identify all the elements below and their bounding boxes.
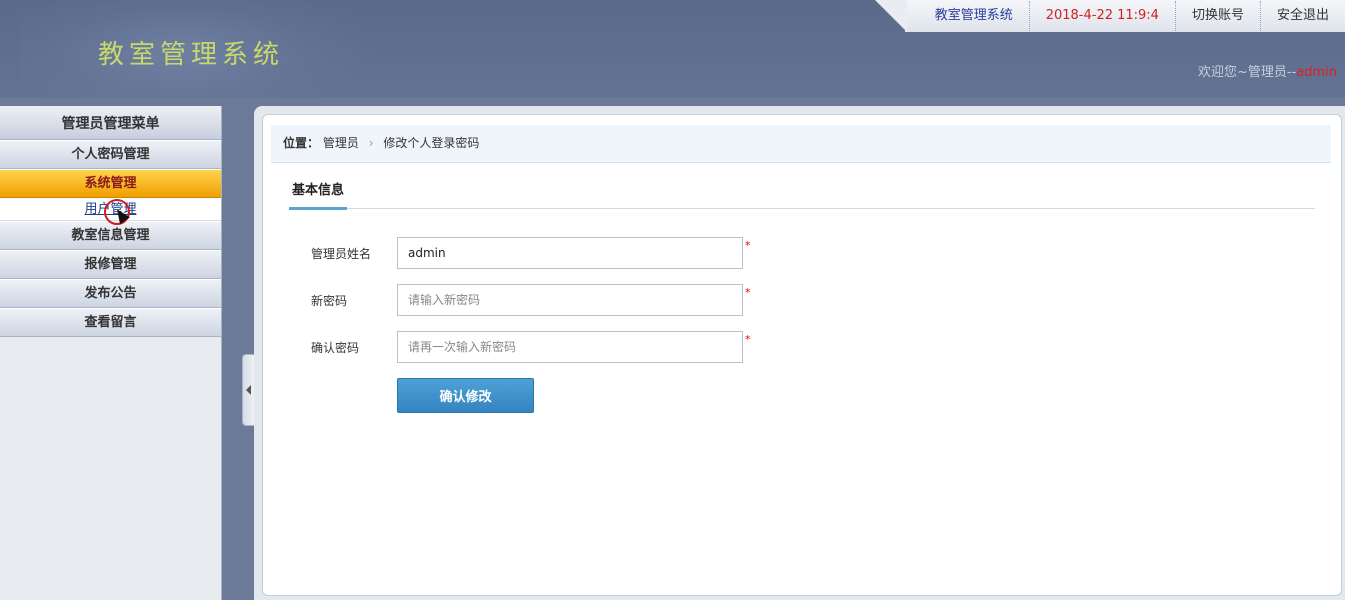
logout-link[interactable]: 安全退出 bbox=[1259, 1, 1345, 31]
admin-name-input[interactable] bbox=[397, 237, 743, 269]
new-password-input[interactable] bbox=[397, 284, 743, 316]
breadcrumb-item-current: 修改个人登录密码 bbox=[383, 136, 480, 150]
welcome-message: 欢迎您~管理员--admin bbox=[1198, 61, 1337, 80]
admin-name-label: 管理员姓名 bbox=[311, 247, 372, 261]
section-tabs: 基本信息 bbox=[289, 181, 1315, 210]
breadcrumb-separator-icon: › bbox=[368, 136, 374, 150]
main-panel: 位置： 管理员 › 修改个人登录密码 基本信息 管理员姓名 * 新密码 * 确认… bbox=[262, 114, 1342, 596]
sidebar-item-password[interactable]: 个人密码管理 bbox=[0, 140, 221, 169]
sidebar-item-messages[interactable]: 查看留言 bbox=[0, 308, 221, 337]
switch-account-link[interactable]: 切换账号 bbox=[1174, 1, 1260, 31]
new-password-label: 新密码 bbox=[311, 294, 348, 308]
sidebar-title: 管理员管理菜单 bbox=[0, 106, 221, 140]
top-bar: 教室管理系统 2018-4-22 11:9:4 切换账号 安全退出 bbox=[875, 0, 1345, 32]
breadcrumb-label: 位置： bbox=[283, 136, 320, 150]
system-name-link[interactable]: 教室管理系统 bbox=[919, 1, 1029, 31]
sidebar-item-system[interactable]: 系统管理 bbox=[0, 169, 221, 198]
top-bar-slant bbox=[875, 0, 907, 32]
confirm-password-input[interactable] bbox=[397, 331, 743, 363]
app-title: 教室管理系统 bbox=[98, 40, 285, 70]
confirm-password-label: 确认密码 bbox=[311, 341, 360, 355]
header: 教室管理系统 教室管理系统 2018-4-22 11:9:4 切换账号 安全退出… bbox=[0, 0, 1345, 98]
breadcrumb-item-admin[interactable]: 管理员 bbox=[323, 136, 359, 150]
datetime-display: 2018-4-22 11:9:4 bbox=[1028, 1, 1175, 31]
sidebar-item-classroom[interactable]: 教室信息管理 bbox=[0, 221, 221, 250]
required-mark: * bbox=[745, 286, 751, 299]
welcome-prefix: 欢迎您~管理员-- bbox=[1197, 65, 1297, 80]
sidebar-item-announcement[interactable]: 发布公告 bbox=[0, 279, 221, 308]
confirm-change-button[interactable]: 确认修改 bbox=[397, 378, 534, 413]
sidebar-item-repair[interactable]: 报修管理 bbox=[0, 250, 221, 279]
welcome-username: admin bbox=[1296, 65, 1337, 80]
chevron-left-icon bbox=[246, 385, 251, 395]
tab-basic-info[interactable]: 基本信息 bbox=[289, 181, 348, 210]
required-mark: * bbox=[745, 239, 751, 252]
sidebar: 管理员管理菜单 个人密码管理 系统管理 用户管理 教室信息管理 报修管理 发布公… bbox=[0, 106, 222, 600]
breadcrumb: 位置： 管理员 › 修改个人登录密码 bbox=[271, 125, 1331, 163]
required-mark: * bbox=[745, 333, 751, 346]
sidebar-subitem-users: 用户管理 bbox=[0, 198, 221, 225]
